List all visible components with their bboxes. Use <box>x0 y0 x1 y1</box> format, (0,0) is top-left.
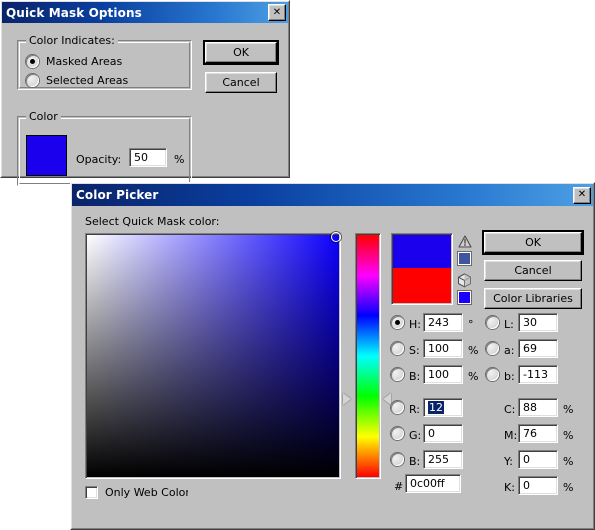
input-s-hsb[interactable]: 100 <box>423 339 463 358</box>
radio-label-masked-areas: Masked Areas <box>46 55 123 68</box>
radio-icon-b-rgb[interactable] <box>391 453 404 466</box>
input-b-hsb[interactable]: 100 <box>423 365 463 384</box>
field-label-c-cmyk: C: <box>504 403 516 416</box>
unit-b-hsb: % <box>468 370 479 383</box>
radio-icon-h-hsb[interactable] <box>391 316 404 329</box>
field-label-r-rgb: R: <box>409 403 421 416</box>
color-picker-prompt: Select Quick Mask color: <box>85 215 220 228</box>
input-b-lab[interactable]: -113 <box>518 365 558 384</box>
selected-text: 12 <box>428 401 444 414</box>
radio-icon-s-hsb[interactable] <box>391 342 404 355</box>
field-label-m-cmyk: M: <box>504 429 518 442</box>
radio-icon-b-hsb[interactable] <box>391 368 404 381</box>
quick-mask-options-dialog: Quick Mask Options ✕ Color Indicates: Ma… <box>0 0 290 186</box>
opacity-label: Opacity: <box>76 153 122 166</box>
web-safe-swatch[interactable] <box>458 291 471 304</box>
radio-icon-selected-areas[interactable] <box>26 74 39 87</box>
unit-m-cmyk: % <box>563 429 574 442</box>
radio-selected-areas[interactable]: Selected Areas <box>26 74 128 87</box>
only-web-colors-checkbox-row[interactable]: Only Web Colors <box>85 486 188 499</box>
field-label-b-rgb: B: <box>409 455 421 468</box>
cube-icon[interactable] <box>457 273 472 288</box>
unit-k-cmyk: % <box>563 481 574 494</box>
quick-mask-cancel-button[interactable]: Cancel <box>205 72 277 93</box>
input-g-rgb[interactable]: 0 <box>423 424 463 443</box>
quick-mask-ok-button[interactable]: OK <box>203 40 279 65</box>
only-web-colors-checkbox[interactable] <box>85 486 98 499</box>
hex-input[interactable]: 0c00ff <box>405 474 461 493</box>
input-r-rgb[interactable]: 12 <box>423 398 463 417</box>
color-indicates-legend: Color Indicates: <box>26 34 118 47</box>
field-label-b-lab: b: <box>504 370 515 383</box>
color-picker-ok-button[interactable]: OK <box>482 230 584 255</box>
quick-mask-color-swatch[interactable] <box>26 135 67 176</box>
hex-label: # <box>394 480 404 493</box>
hue-slider[interactable] <box>355 233 381 479</box>
color-picker-dialog: Color Picker ✕ Select Quick Mask color: … <box>70 182 595 530</box>
color-picker-titlebar[interactable]: Color Picker ✕ <box>72 184 593 206</box>
hue-slider-arrow-left[interactable] <box>343 393 351 406</box>
field-label-l-lab: L: <box>504 318 514 331</box>
current-color-swatch[interactable] <box>393 268 451 303</box>
color-picker-title: Color Picker <box>76 188 159 202</box>
unit-h-hsb: ° <box>468 318 474 331</box>
input-a-lab[interactable]: 69 <box>518 339 558 358</box>
radio-label-selected-areas: Selected Areas <box>46 74 129 87</box>
field-label-h-hsb: H: <box>409 318 421 331</box>
radio-masked-areas[interactable]: Masked Areas <box>26 55 122 68</box>
color-preview-box[interactable] <box>391 233 453 305</box>
unit-s-hsb: % <box>468 344 479 357</box>
quick-mask-titlebar[interactable]: Quick Mask Options ✕ <box>2 2 288 23</box>
color-libraries-button[interactable]: Color Libraries <box>484 288 582 309</box>
input-k-cmyk[interactable]: 0 <box>518 476 558 495</box>
unit-c-cmyk: % <box>563 403 574 416</box>
field-label-a-lab: a: <box>504 344 515 357</box>
only-web-colors-label: Only Web Colors <box>105 486 188 499</box>
hue-slider-arrow-right[interactable] <box>383 393 391 406</box>
field-label-g-rgb: G: <box>409 429 422 442</box>
input-y-cmyk[interactable]: 0 <box>518 450 558 469</box>
input-h-hsb[interactable]: 243 <box>423 313 463 332</box>
saturation-value-field[interactable] <box>85 232 342 479</box>
input-l-lab[interactable]: 30 <box>518 313 558 332</box>
radio-icon-r-rgb[interactable] <box>391 401 404 414</box>
field-label-y-cmyk: Y: <box>504 455 513 468</box>
field-label-b-hsb: B: <box>409 370 421 383</box>
color-group-legend: Color <box>26 110 61 123</box>
unit-y-cmyk: % <box>563 455 574 468</box>
input-m-cmyk[interactable]: 76 <box>518 424 558 443</box>
color-picker-cancel-button[interactable]: Cancel <box>484 260 582 281</box>
radio-icon-b-lab[interactable] <box>486 368 499 381</box>
field-label-s-hsb: S: <box>409 344 420 357</box>
radio-icon-masked-areas[interactable] <box>26 55 39 68</box>
input-b-rgb[interactable]: 255 <box>423 450 463 469</box>
close-icon[interactable]: ✕ <box>573 186 591 204</box>
warning-triangle-icon[interactable] <box>458 235 472 248</box>
radio-icon-l-lab[interactable] <box>486 316 499 329</box>
close-icon[interactable]: ✕ <box>268 4 286 21</box>
quick-mask-title: Quick Mask Options <box>6 5 142 20</box>
field-label-k-cmyk: K: <box>504 481 515 494</box>
opacity-input[interactable]: 50 <box>129 148 167 167</box>
new-color-swatch[interactable] <box>393 235 451 270</box>
out-of-gamut-swatch[interactable] <box>458 252 471 265</box>
opacity-percent-label: % <box>174 153 185 166</box>
radio-icon-g-rgb[interactable] <box>391 427 404 440</box>
input-c-cmyk[interactable]: 88 <box>518 398 558 417</box>
radio-icon-a-lab[interactable] <box>486 342 499 355</box>
